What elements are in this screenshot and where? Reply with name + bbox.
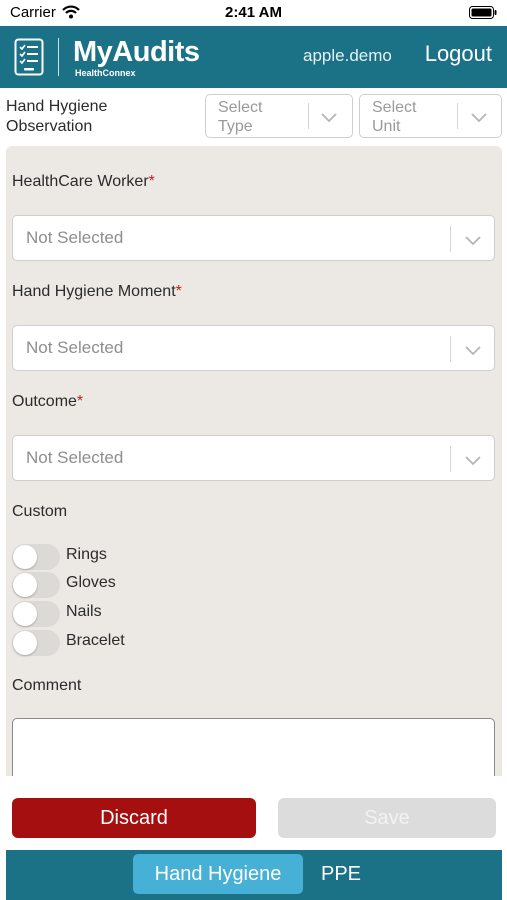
toggle-knob (13, 573, 37, 597)
app-header: MyAudits HealthConnex apple.demo Logout (0, 26, 507, 88)
required-marker: * (175, 283, 182, 300)
page-title-line1: Hand Hygiene (6, 98, 108, 115)
dropdown-separator (457, 103, 458, 129)
healthcare-worker-label-text: HealthCare Worker (12, 173, 149, 190)
nails-toggle[interactable] (12, 601, 60, 627)
hand-hygiene-moment-dropdown[interactable]: Not Selected (12, 325, 495, 371)
hand-hygiene-moment-value: Not Selected (26, 338, 124, 357)
status-time: 2:41 AM (225, 4, 282, 21)
gloves-toggle[interactable] (12, 572, 60, 598)
comment-label: Comment (12, 677, 82, 694)
outcome-value: Not Selected (26, 448, 124, 467)
healthcare-worker-value: Not Selected (26, 228, 124, 247)
outcome-label-text: Outcome (12, 393, 77, 410)
hand-hygiene-moment-label-text: Hand Hygiene Moment (12, 283, 176, 300)
select-unit-text: Select Unit (372, 98, 416, 136)
chevron-down-icon (471, 110, 487, 128)
select-type-dropdown[interactable]: Select Type (205, 94, 353, 138)
required-marker: * (148, 173, 155, 190)
select-unit-line2: Unit (372, 118, 401, 135)
discard-button[interactable]: Discard (12, 798, 256, 838)
toggle-knob (13, 602, 37, 626)
battery-icon (469, 6, 497, 24)
logo-divider (58, 38, 59, 76)
rings-label: Rings (66, 546, 107, 563)
nails-label: Nails (66, 603, 102, 620)
dropdown-separator (450, 226, 451, 252)
save-button[interactable]: Save (278, 798, 496, 838)
observation-form: HealthCare Worker* Not Selected Hand Hyg… (6, 146, 502, 776)
checklist-icon (14, 38, 44, 81)
status-bar: Carrier 2:41 AM (0, 0, 507, 26)
bracelet-toggle[interactable] (12, 630, 60, 656)
outcome-dropdown[interactable]: Not Selected (12, 435, 495, 481)
toggle-knob (13, 631, 37, 655)
select-type-line2: Type (218, 118, 253, 135)
bottom-tab-bar: Hand Hygiene PPE (6, 850, 502, 900)
toggle-knob (13, 545, 37, 569)
logout-button[interactable]: Logout (425, 41, 492, 67)
healthcare-worker-label: HealthCare Worker* (12, 173, 155, 191)
comment-textarea[interactable] (12, 718, 495, 776)
bracelet-label: Bracelet (66, 632, 125, 649)
tab-hand-hygiene[interactable]: Hand Hygiene (133, 854, 303, 894)
dropdown-separator (308, 103, 309, 129)
app-title: MyAudits (73, 36, 200, 68)
page-title-line2: Observation (6, 118, 93, 135)
custom-label: Custom (12, 503, 68, 520)
selector-row: Hand Hygiene Observation Select Type Sel… (0, 88, 507, 146)
chevron-down-icon (465, 233, 481, 251)
hand-hygiene-moment-label: Hand Hygiene Moment* (12, 283, 182, 301)
dropdown-separator (450, 336, 451, 362)
dropdown-separator (450, 446, 451, 472)
healthcare-worker-dropdown[interactable]: Not Selected (12, 215, 495, 261)
rings-toggle[interactable] (12, 544, 60, 570)
app-subtitle: HealthConnex (75, 68, 136, 78)
tab-ppe[interactable]: PPE (311, 854, 371, 894)
select-unit-dropdown[interactable]: Select Unit (359, 94, 502, 138)
outcome-label: Outcome* (12, 393, 83, 411)
select-type-line1: Select (218, 99, 263, 116)
required-marker: * (76, 393, 84, 410)
chevron-down-icon (321, 110, 337, 128)
gloves-label: Gloves (66, 574, 116, 591)
current-user: apple.demo (303, 46, 392, 65)
chevron-down-icon (465, 343, 481, 361)
select-unit-line1: Select (372, 99, 417, 116)
chevron-down-icon (465, 453, 481, 471)
select-type-text: Select Type (218, 98, 262, 136)
page-title: Hand Hygiene Observation (6, 97, 107, 137)
